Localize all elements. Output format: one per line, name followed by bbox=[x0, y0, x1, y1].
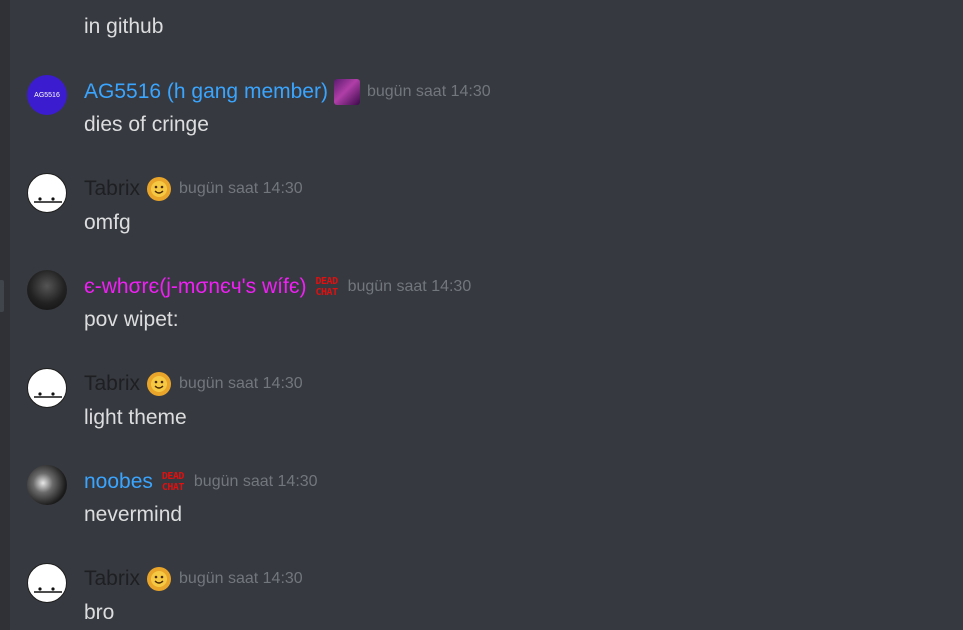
badge-text: DEAD bbox=[315, 276, 339, 287]
avatar[interactable]: AG5516 bbox=[27, 75, 67, 115]
dead-chat-badge-icon: DEAD CHAT bbox=[313, 273, 341, 301]
message-text: dies of cringe bbox=[84, 113, 209, 136]
chat-messages-view: in github AG5516 AG5516 (h gang member) … bbox=[0, 0, 963, 630]
timestamp[interactable]: bugün saat 14:30 bbox=[179, 175, 303, 203]
message-text: pov wipet: bbox=[84, 308, 179, 331]
avatar[interactable] bbox=[27, 173, 67, 213]
sun-emoji-icon bbox=[147, 567, 172, 591]
message-text: in github bbox=[84, 15, 164, 38]
avatar[interactable] bbox=[27, 465, 67, 505]
username[interactable]: Tabrix bbox=[84, 565, 140, 593]
pixel-avatar-badge-icon bbox=[333, 79, 360, 105]
message-text: nevermind bbox=[84, 503, 183, 526]
avatar-label: AG5516 bbox=[34, 91, 60, 99]
timestamp[interactable]: bugün saat 14:30 bbox=[179, 370, 303, 398]
badge-text: CHAT bbox=[315, 287, 339, 298]
message-text: light theme bbox=[84, 406, 187, 429]
face-icon bbox=[34, 587, 62, 593]
message-header: Tabrix bugün saat 14:30 bbox=[84, 565, 303, 593]
badge-text: CHAT bbox=[161, 482, 185, 493]
username[interactable]: Tabrix bbox=[84, 175, 140, 203]
avatar[interactable] bbox=[27, 270, 67, 310]
message-text: bro bbox=[84, 601, 115, 624]
username[interactable]: є-whσrє(j-mσnєч's wífє) bbox=[84, 273, 307, 301]
avatar[interactable] bbox=[27, 368, 67, 408]
sun-emoji-icon bbox=[147, 177, 172, 201]
message-header: Tabrix bugün saat 14:30 bbox=[84, 175, 303, 203]
avatar[interactable] bbox=[27, 563, 67, 603]
timestamp[interactable]: bugün saat 14:30 bbox=[348, 273, 472, 301]
username[interactable]: Tabrix bbox=[84, 370, 140, 398]
username[interactable]: AG5516 (h gang member) bbox=[84, 78, 328, 106]
message-text: omfg bbox=[84, 211, 131, 234]
face-icon bbox=[34, 392, 62, 398]
face-icon bbox=[34, 197, 62, 203]
timestamp[interactable]: bugün saat 14:30 bbox=[194, 468, 318, 496]
scroll-indicator[interactable] bbox=[0, 280, 4, 312]
timestamp[interactable]: bugün saat 14:30 bbox=[367, 78, 491, 106]
channel-sidebar-edge bbox=[0, 0, 10, 630]
sun-emoji-icon bbox=[147, 372, 172, 396]
message-header: Tabrix bugün saat 14:30 bbox=[84, 370, 303, 398]
message-header: noobes DEAD CHAT bugün saat 14:30 bbox=[84, 468, 318, 496]
message-header: AG5516 (h gang member) bugün saat 14:30 bbox=[84, 78, 491, 106]
message-header: є-whσrє(j-mσnєч's wífє) DEAD CHAT bugün … bbox=[84, 273, 471, 301]
dead-chat-badge-icon: DEAD CHAT bbox=[159, 468, 187, 496]
username[interactable]: noobes bbox=[84, 468, 153, 496]
timestamp[interactable]: bugün saat 14:30 bbox=[179, 565, 303, 593]
badge-text: DEAD bbox=[161, 471, 185, 482]
